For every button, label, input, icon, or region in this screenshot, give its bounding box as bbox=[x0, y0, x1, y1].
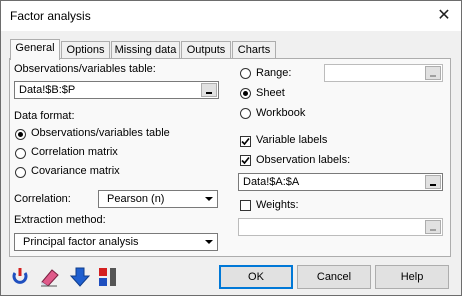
download-arrow-icon[interactable] bbox=[67, 265, 93, 289]
tab-general[interactable]: General bbox=[10, 39, 60, 60]
radio-covariance-matrix-label: Covariance matrix bbox=[31, 165, 120, 177]
observation-labels-label: Observation labels: bbox=[256, 154, 351, 166]
variable-labels-checkbox[interactable] bbox=[240, 136, 251, 147]
weights-checkbox[interactable] bbox=[240, 200, 251, 211]
select-range-button[interactable] bbox=[425, 220, 441, 234]
obs-table-field[interactable]: Data!$B:$P bbox=[14, 81, 219, 99]
obs-table-label: Observations/variables table: bbox=[14, 63, 156, 75]
dialog-window: Factor analysis ✕ General Options Missin… bbox=[0, 0, 462, 296]
radio-sheet-label: Sheet bbox=[256, 87, 285, 99]
radio-sheet[interactable] bbox=[240, 88, 251, 99]
tab-missing-data[interactable]: Missing data bbox=[111, 41, 180, 59]
radio-workbook-label: Workbook bbox=[256, 107, 306, 119]
radio-obs-table-label: Observations/variables table bbox=[31, 127, 170, 139]
tab-options[interactable]: Options bbox=[61, 41, 110, 59]
correlation-select[interactable]: Pearson (n) bbox=[98, 190, 218, 208]
weights-field[interactable] bbox=[238, 218, 443, 236]
general-panel: Observations/variables table: Data!$B:$P… bbox=[9, 58, 451, 257]
chevron-down-icon bbox=[205, 197, 213, 201]
reset-icon[interactable] bbox=[7, 265, 33, 289]
tab-outputs[interactable]: Outputs bbox=[181, 41, 231, 59]
tab-charts[interactable]: Charts bbox=[232, 41, 276, 59]
variable-labels-label: Variable labels bbox=[256, 134, 328, 146]
close-icon[interactable]: ✕ bbox=[433, 5, 455, 27]
range-field[interactable] bbox=[324, 64, 443, 82]
chevron-down-icon bbox=[205, 240, 213, 244]
select-range-button[interactable] bbox=[425, 175, 441, 189]
cancel-button[interactable]: Cancel bbox=[297, 265, 371, 289]
window-title: Factor analysis bbox=[10, 9, 91, 23]
radio-correlation-matrix-label: Correlation matrix bbox=[31, 146, 118, 158]
select-range-button[interactable] bbox=[201, 83, 217, 97]
radio-covariance-matrix[interactable] bbox=[15, 167, 26, 178]
help-button[interactable]: Help bbox=[375, 265, 449, 289]
radio-range-label: Range: bbox=[256, 67, 292, 79]
extraction-label: Extraction method: bbox=[14, 214, 106, 226]
radio-range[interactable] bbox=[240, 68, 251, 79]
observation-labels-checkbox[interactable] bbox=[240, 155, 251, 166]
radio-correlation-matrix[interactable] bbox=[15, 148, 26, 159]
toggle-options-icon[interactable] bbox=[95, 265, 121, 289]
radio-workbook[interactable] bbox=[240, 108, 251, 119]
select-range-button[interactable] bbox=[425, 66, 441, 80]
title-bar: Factor analysis ✕ bbox=[1, 1, 461, 31]
weights-label: Weights: bbox=[256, 199, 299, 211]
ok-button[interactable]: OK bbox=[219, 265, 293, 289]
radio-obs-table[interactable] bbox=[15, 129, 26, 140]
bottom-bar: OK Cancel Help bbox=[1, 259, 461, 295]
correlation-label: Correlation: bbox=[14, 193, 71, 205]
data-format-label: Data format: bbox=[14, 110, 75, 122]
extraction-select[interactable]: Principal factor analysis bbox=[14, 233, 218, 251]
observation-labels-field[interactable]: Data!$A:$A bbox=[238, 173, 443, 191]
eraser-icon[interactable] bbox=[37, 265, 63, 289]
